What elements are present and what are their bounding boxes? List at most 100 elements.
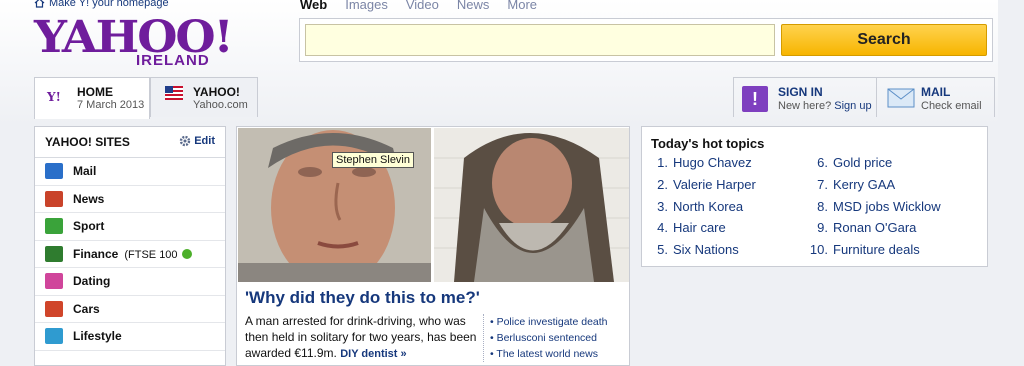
yahoo-sites-sidebar: YAHOO! SITES Edit Mail News Sport Finance (F…: [34, 126, 226, 366]
hot-topic-number: 4.: [657, 220, 668, 236]
sidebar-item-cars[interactable]: Cars: [35, 296, 225, 323]
make-homepage-link[interactable]: Make Y! your homepage: [34, 0, 169, 9]
hot-topics-title: Today's hot topics: [651, 136, 765, 151]
hot-topic-number: 7.: [817, 176, 828, 192]
hot-topic-link[interactable]: 6. Gold price: [808, 155, 941, 177]
hot-topic-label: Hugo Chavez: [673, 155, 752, 170]
mail-block[interactable]: MAIL Check email: [877, 77, 995, 117]
hot-topic-link[interactable]: 8. MSD jobs Wicklow: [808, 198, 940, 221]
related-link[interactable]: • The latest world news: [490, 346, 608, 362]
logo-region: IRELAND: [136, 52, 210, 69]
featured-story: Stephen Slevin 'Why did they do this to …: [236, 126, 630, 366]
sidebar-item-sport[interactable]: Sport: [35, 213, 225, 241]
mail-icon: [45, 163, 63, 179]
related-link-label: Berlusconi sentenced: [496, 332, 597, 344]
sidebar-item-label: Lifestyle: [73, 329, 122, 343]
related-link[interactable]: • Berlusconi sentenced: [490, 330, 608, 346]
related-link-label: Police investigate death: [496, 316, 608, 328]
sidebar-item-label: News: [73, 192, 104, 206]
sidebar-item-label: Sport: [73, 219, 104, 233]
yahoo-badge-icon: Y!: [47, 90, 61, 104]
sidebar-item-text: Cars: [73, 301, 100, 316]
search-button[interactable]: Search: [781, 24, 987, 56]
hot-topic-label: Valerie Harper: [673, 176, 756, 192]
hot-topic-number: 6.: [817, 155, 828, 170]
tab-web[interactable]: Web: [300, 0, 327, 12]
sidebar-item-mail[interactable]: Mail: [35, 158, 225, 186]
hot-topic-link[interactable]: 4. Hair care: [648, 220, 756, 242]
hot-topic-label: Furniture deals: [833, 242, 920, 258]
sidebar-item-text: Mail: [73, 164, 97, 178]
sidebar-item-text: Finance: [73, 246, 119, 261]
hot-topic-link[interactable]: 3. North Korea: [648, 199, 756, 221]
story-photo-right[interactable]: [434, 128, 629, 282]
tab-home[interactable]: Y! HOME 7 March 2013: [34, 77, 150, 119]
homepage-link-label: Make Y! your homepage: [49, 0, 169, 9]
sidebar-title: YAHOO! SITES: [45, 135, 130, 149]
related-link[interactable]: • Police investigate death: [490, 314, 608, 330]
sidebar-item-label: Dating: [73, 274, 110, 288]
story-photo-left[interactable]: Stephen Slevin: [238, 128, 431, 282]
search-tabs: Web Images Video News More: [300, 0, 555, 12]
cars-icon: [45, 300, 63, 317]
news-icon: [45, 190, 63, 207]
sidebar-item-dating[interactable]: Dating: [35, 268, 225, 296]
sidebar-item-label: Mail: [73, 164, 96, 178]
hot-topic-number: 1.: [657, 155, 668, 170]
sign-in-block[interactable]: ! SIGN IN New here? Sign up: [733, 77, 877, 117]
mugshot-right-image: [434, 128, 629, 282]
house-icon: [34, 0, 45, 8]
hot-topic-link[interactable]: 7. Kerry GAA: [808, 177, 941, 199]
mail-label: MAIL: [921, 85, 951, 99]
dating-icon: [45, 273, 63, 289]
hot-topic-link[interactable]: 2. Valerie Harper: [648, 177, 756, 199]
sidebar-item-text: News: [73, 191, 105, 206]
hot-topic-label: Six Nations: [673, 242, 739, 258]
hot-topic-number: 2.: [657, 176, 668, 192]
envelope-icon: [887, 88, 915, 108]
yahoo-logo[interactable]: YAHOO! IRELAND: [34, 14, 234, 70]
arrow-up-icon: [181, 249, 192, 260]
us-flag-icon: [165, 86, 183, 100]
sidebar-item-text: Sport: [73, 219, 105, 233]
hot-topics-left-column: 1. Hugo Chavez 2. Valerie Harper 3. North Kor…: [648, 155, 756, 264]
tab-home-date: 7 March 2013: [77, 99, 145, 111]
hot-topic-number: 3.: [657, 198, 668, 214]
hot-topics-right-column: 6. Gold price 7. Kerry GAA 8. MSD jobs Wicklo…: [808, 155, 941, 264]
hot-topic-number: 10.: [809, 242, 828, 258]
search-box: Search: [299, 18, 993, 62]
hot-topic-number: 9.: [817, 220, 828, 236]
story-headline[interactable]: 'Why did they do this to me?': [245, 288, 480, 308]
photo-tooltip: Stephen Slevin: [332, 152, 414, 168]
hot-topic-number: 5.: [657, 242, 668, 258]
new-here-text: New here? Sign up: [778, 100, 872, 112]
sidebar-item-finance[interactable]: Finance (FTSE 100: [35, 241, 225, 268]
exclamation-icon: !: [742, 86, 768, 112]
hot-topic-label: Gold price: [833, 155, 893, 170]
related-link-label: The latest world news: [496, 348, 598, 360]
tab-yahoo-title: YAHOO!: [193, 85, 240, 99]
edit-link[interactable]: Edit: [179, 135, 215, 147]
tab-yahoo-com[interactable]: YAHOO! Yahoo.com: [150, 77, 258, 117]
ftse-indicator: (FTSE 100: [124, 248, 178, 261]
hot-topic-link[interactable]: 5. Six Nations: [648, 242, 756, 264]
tab-news[interactable]: News: [457, 0, 490, 12]
hot-topic-link[interactable]: 1. Hugo Chavez: [648, 155, 756, 177]
hot-topics-panel: Today's hot topics 1. Hugo Chavez 2. Valeri…: [641, 126, 988, 267]
hot-topic-link[interactable]: 10. Furniture deals: [808, 242, 941, 264]
lifestyle-icon: [45, 328, 63, 344]
hot-topic-number: 8.: [817, 198, 828, 214]
diy-dentist-link[interactable]: DIY dentist »: [340, 348, 406, 360]
tab-yahoo-sub: Yahoo.com: [193, 99, 248, 111]
new-here-label: New here?: [778, 100, 832, 112]
tab-video[interactable]: Video: [406, 0, 439, 12]
tab-more[interactable]: More: [507, 0, 537, 12]
sidebar-item-lifestyle[interactable]: Lifestyle: [35, 323, 225, 351]
sign-up-link[interactable]: Sign up: [834, 100, 871, 112]
sidebar-item-news[interactable]: News: [35, 186, 225, 213]
hot-topic-link[interactable]: 9. Ronan O'Gara: [808, 220, 941, 242]
sidebar-item-text: Lifestyle: [73, 329, 122, 343]
tab-images[interactable]: Images: [345, 0, 388, 12]
gear-icon: [180, 135, 191, 147]
search-input[interactable]: [305, 24, 775, 56]
